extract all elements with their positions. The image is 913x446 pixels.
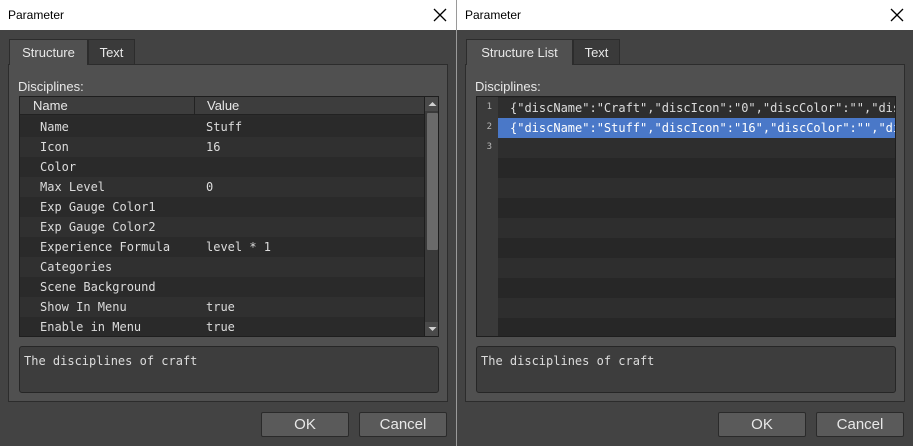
property-name: Color xyxy=(40,160,77,174)
property-value: true xyxy=(206,300,235,314)
empty-row xyxy=(498,178,895,198)
empty-row xyxy=(498,238,895,258)
cancel-button[interactable]: Cancel xyxy=(816,412,904,437)
structure-list[interactable]: 1 2 3 {"discName":"Craft","discIcon":"0"… xyxy=(476,96,896,337)
grid-header: Name Value xyxy=(20,97,424,115)
line-number: 2 xyxy=(486,122,492,132)
parameter-dialog-structure: Parameter Structure Text Disciplines: Na… xyxy=(0,0,456,446)
description-box: The disciplines of craft xyxy=(476,346,896,393)
close-icon[interactable] xyxy=(887,5,907,25)
empty-row xyxy=(498,298,895,318)
property-name: Scene Background xyxy=(40,280,156,294)
list-item[interactable]: {"discName":"Craft","discIcon":"0","disc… xyxy=(498,98,895,118)
column-divider xyxy=(194,97,195,115)
list-item-selected[interactable]: {"discName":"Stuff","discIcon":"16","dis… xyxy=(498,118,895,138)
empty-row xyxy=(498,198,895,218)
property-row[interactable]: Show In Menu true xyxy=(20,297,424,317)
title-bar: Parameter xyxy=(457,0,913,30)
tab-structure[interactable]: Structure xyxy=(9,39,88,65)
ok-button[interactable]: OK xyxy=(718,412,806,437)
scrollbar-thumb[interactable] xyxy=(427,113,438,250)
section-label: Disciplines: xyxy=(18,79,84,94)
scroll-up-arrow-icon[interactable] xyxy=(425,97,438,111)
vertical-scrollbar[interactable] xyxy=(424,97,438,336)
property-grid[interactable]: Name Value Name Stuff Icon 16 Color Max Le… xyxy=(19,96,439,337)
line-number-gutter xyxy=(477,97,498,336)
property-row[interactable]: Categories xyxy=(20,257,424,277)
empty-row xyxy=(498,278,895,298)
parameter-dialog-structure-list: Parameter Structure List Text Discipline… xyxy=(457,0,913,446)
cancel-button[interactable]: Cancel xyxy=(359,412,447,437)
ok-button[interactable]: OK xyxy=(261,412,349,437)
property-value: level * 1 xyxy=(206,240,272,254)
empty-row xyxy=(498,218,895,238)
list-item[interactable] xyxy=(498,138,895,158)
empty-row xyxy=(498,158,895,178)
tab-text[interactable]: Text xyxy=(88,39,135,65)
property-name: Icon xyxy=(40,140,69,154)
property-row[interactable]: Experience Formula level * 1 xyxy=(20,237,424,257)
property-value: Stuff xyxy=(206,120,243,134)
property-name: Name xyxy=(40,120,69,134)
property-row[interactable]: Exp Gauge Color2 xyxy=(20,217,424,237)
title-bar: Parameter xyxy=(0,0,456,30)
property-row[interactable]: Name Stuff xyxy=(20,117,424,137)
property-value: true xyxy=(206,320,235,334)
property-row[interactable]: Color xyxy=(20,157,424,177)
close-icon[interactable] xyxy=(430,5,450,25)
column-header-name[interactable]: Name xyxy=(33,98,68,113)
tab-text[interactable]: Text xyxy=(573,39,620,65)
line-number: 1 xyxy=(486,102,492,112)
structure-panel: Disciplines: Name Value Name Stuff Icon 16… xyxy=(8,64,448,402)
property-name: Exp Gauge Color1 xyxy=(40,200,156,214)
column-header-value[interactable]: Value xyxy=(207,98,239,113)
property-name: Categories xyxy=(40,260,113,274)
property-value: 0 xyxy=(206,180,214,194)
property-name: Max Level xyxy=(40,180,106,194)
description-box: The disciplines of craft xyxy=(19,346,439,393)
property-row[interactable]: Enable in Menu true xyxy=(20,317,424,336)
window-title: Parameter xyxy=(8,8,65,22)
empty-row xyxy=(498,318,895,336)
property-name: Exp Gauge Color2 xyxy=(40,220,156,234)
empty-row xyxy=(498,258,895,278)
property-row[interactable]: Icon 16 xyxy=(20,137,424,157)
section-label: Disciplines: xyxy=(475,79,541,94)
property-name: Experience Formula xyxy=(40,240,171,254)
list-item-text: {"discName":"Craft","discIcon":"0","disc… xyxy=(510,101,895,115)
list-item-text: {"discName":"Stuff","discIcon":"16","dis… xyxy=(510,121,895,135)
tab-structure-list[interactable]: Structure List xyxy=(466,39,573,65)
window-title: Parameter xyxy=(465,8,522,22)
line-number: 3 xyxy=(486,142,492,152)
property-name: Enable in Menu xyxy=(40,320,142,334)
property-row[interactable]: Exp Gauge Color1 xyxy=(20,197,424,217)
structure-list-panel: Disciplines: 1 2 3 {"discName":"Craft","… xyxy=(465,64,905,402)
property-row[interactable]: Max Level 0 xyxy=(20,177,424,197)
property-name: Show In Menu xyxy=(40,300,127,314)
property-row[interactable]: Scene Background xyxy=(20,277,424,297)
property-value: 16 xyxy=(206,140,221,154)
scroll-down-arrow-icon[interactable] xyxy=(425,322,438,336)
